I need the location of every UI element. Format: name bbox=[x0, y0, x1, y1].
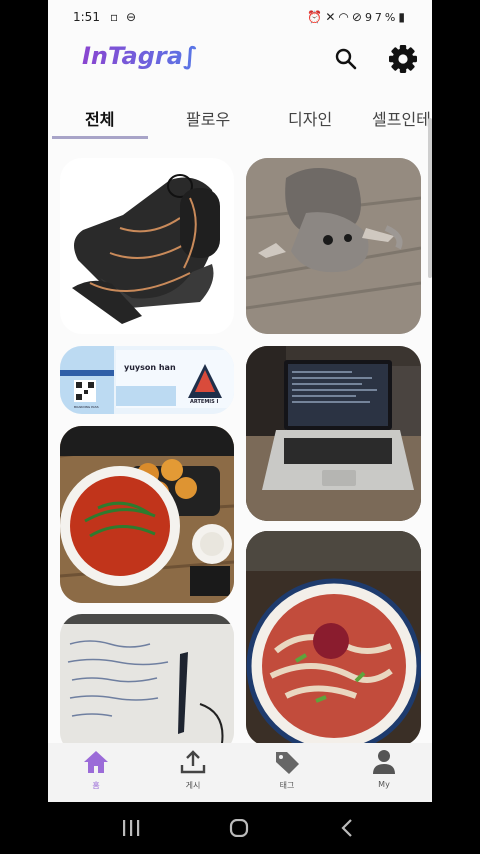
spicy-noodles-image bbox=[246, 531, 421, 746]
category-tabs: 전체 팔로우 디자인 셀프인테 bbox=[48, 100, 432, 140]
tab-design[interactable]: 디자인 bbox=[288, 106, 332, 130]
nav-home[interactable]: 홈 bbox=[61, 749, 131, 791]
mission-badge: ARTEMIS I bbox=[190, 399, 219, 405]
back-icon[interactable] bbox=[340, 819, 354, 837]
notebook-image bbox=[60, 614, 234, 754]
post-spicy-noodles[interactable] bbox=[246, 531, 421, 746]
post-massage-chair[interactable] bbox=[60, 158, 234, 334]
noodle-soup-image bbox=[60, 426, 234, 603]
nav-my-label: My bbox=[378, 780, 390, 789]
dnd-icon: ⊘ bbox=[351, 10, 365, 24]
tag-icon bbox=[276, 752, 299, 774]
gear-icon bbox=[389, 45, 417, 73]
status-bar: 1:51 ▫ ⊖ ⏰✕◠⊘97%▮ bbox=[48, 0, 432, 36]
mute-icon: ✕ bbox=[325, 10, 339, 24]
notification-icons: ▫ ⊖ bbox=[110, 10, 139, 24]
nav-tag-label: 태그 bbox=[279, 781, 295, 790]
wifi-icon: ◠ bbox=[338, 10, 352, 24]
settings-button[interactable] bbox=[387, 43, 419, 75]
person-icon bbox=[373, 750, 395, 774]
tab-indicator bbox=[52, 136, 148, 139]
home-icon bbox=[84, 751, 108, 773]
tab-follow[interactable]: 팔로우 bbox=[186, 106, 230, 130]
bottom-navigation: 홈 게시 태그 My bbox=[48, 743, 432, 802]
nav-home-label: 홈 bbox=[92, 781, 100, 790]
passenger-name: yuyson han bbox=[124, 363, 176, 372]
home-system-icon[interactable] bbox=[229, 819, 249, 837]
post-notebook[interactable] bbox=[60, 614, 234, 754]
battery-icon: ▮ bbox=[398, 10, 408, 24]
post-dog[interactable] bbox=[246, 158, 421, 334]
app-screen: 1:51 ▫ ⊖ ⏰✕◠⊘97%▮ InTagra∫ 전체 팔로우 디자인 셀프… bbox=[48, 0, 432, 802]
upload-icon bbox=[180, 750, 206, 774]
system-navigation-bar bbox=[0, 802, 480, 854]
nav-tag[interactable]: 태그 bbox=[252, 749, 322, 791]
tab-self-interior[interactable]: 셀프인테 bbox=[372, 106, 431, 130]
alarm-icon: ⏰ bbox=[307, 10, 326, 24]
massage-chair-image bbox=[72, 174, 220, 324]
nav-upload-label: 게시 bbox=[185, 781, 201, 790]
tab-all[interactable]: 전체 bbox=[85, 106, 114, 130]
post-noodle-soup[interactable] bbox=[60, 426, 234, 603]
nav-upload[interactable]: 게시 bbox=[158, 749, 228, 791]
search-button[interactable] bbox=[333, 46, 359, 72]
nav-my[interactable]: My bbox=[349, 749, 419, 789]
dog-image bbox=[246, 158, 421, 334]
battery-level: 97% bbox=[364, 11, 399, 24]
laptop-image bbox=[246, 346, 421, 521]
app-logo: InTagra∫ bbox=[82, 42, 198, 70]
post-boarding-pass[interactable]: yuyson han ARTEMIS I BOARDING PASS bbox=[60, 346, 234, 414]
pass-footer: BOARDING PASS bbox=[74, 405, 99, 409]
scrollbar[interactable] bbox=[428, 118, 432, 278]
status-icons: ⏰✕◠⊘97%▮ bbox=[307, 10, 408, 24]
post-laptop[interactable] bbox=[246, 346, 421, 521]
recent-apps-icon[interactable] bbox=[121, 819, 141, 837]
search-icon bbox=[335, 48, 357, 70]
status-time: 1:51 bbox=[73, 10, 100, 24]
